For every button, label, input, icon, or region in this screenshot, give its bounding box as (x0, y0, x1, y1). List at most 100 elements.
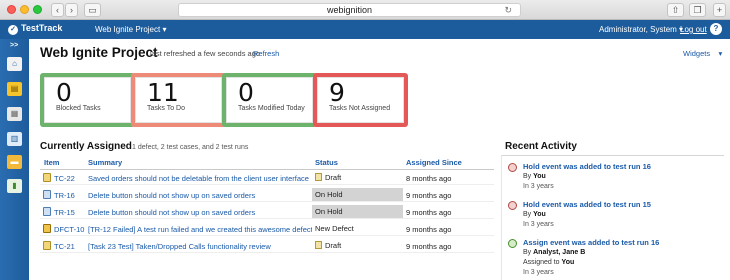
home-icon[interactable]: ⌂ (7, 57, 22, 71)
column-status[interactable]: Status (315, 158, 338, 167)
sidebar-icon[interactable]: ▭ (84, 3, 101, 17)
tile-label: Blocked Tasks (56, 105, 101, 112)
activity-time: In 3 years (523, 221, 554, 228)
activity-actor: You (533, 173, 546, 180)
logout-link[interactable]: Log out (680, 25, 707, 34)
activity-headline[interactable]: Assign event was added to test run 16 (523, 238, 659, 247)
activity-actor: You (533, 211, 546, 218)
column-assigned-since[interactable]: Assigned Since (406, 158, 462, 167)
app-name: TestTrack (21, 23, 63, 33)
tile-label: Tasks Modified Today (238, 105, 305, 112)
calendar-icon[interactable]: ▥ (7, 132, 22, 146)
tasks-icon[interactable]: ▤ (7, 82, 22, 96)
table-row[interactable]: TC-22 Saved orders should not be deletab… (40, 170, 494, 185)
test-case-icon (43, 241, 51, 250)
item-assigned-since: 9 months ago (406, 191, 452, 200)
page-title: Web Ignite Project (40, 45, 158, 60)
item-assigned-since: 8 months ago (406, 174, 452, 183)
test-run-icon (43, 190, 51, 199)
item-id[interactable]: TC-22 (54, 174, 75, 183)
activity-headline[interactable]: Hold event was added to test run 16 (523, 162, 651, 171)
item-summary[interactable]: Delete button should not show up on save… (88, 208, 312, 217)
user-menu[interactable]: Administrator, System ▾ (599, 25, 683, 34)
item-summary[interactable]: [TR-12 Failed] A test run failed and we … (88, 225, 312, 234)
collapse-nav-button[interactable]: >> (10, 42, 18, 49)
item-assigned-since: 9 months ago (406, 208, 452, 217)
item-assigned-since: 9 months ago (406, 242, 452, 251)
user-name: Administrator, System (599, 25, 677, 34)
item-id[interactable]: TR-15 (54, 208, 75, 217)
assigned-to-label: Assigned to (523, 259, 560, 266)
item-summary[interactable]: Saved orders should not be deletable fro… (88, 174, 312, 183)
by-label: By (523, 249, 532, 256)
project-selector[interactable]: Web Ignite Project ▾ (95, 25, 166, 34)
forward-icon[interactable]: › (65, 3, 78, 17)
tile-value: 9 (329, 78, 345, 107)
test-run-icon (43, 207, 51, 216)
item-id[interactable]: DFCT-10 (54, 225, 84, 234)
tile-tasks-to-do[interactable]: 11 Tasks To Do (131, 73, 226, 127)
status-text: Draft (325, 241, 342, 250)
item-id[interactable]: TC-21 (54, 242, 75, 251)
reload-icon[interactable]: ↻ (504, 4, 512, 16)
tabs-icon[interactable]: ❐ (689, 3, 706, 17)
new-tab-icon[interactable]: + (713, 3, 726, 17)
app-logo[interactable]: ✓ TestTrack (8, 23, 62, 35)
tile-label: Tasks To Do (147, 105, 185, 112)
documents-icon[interactable]: ▦ (7, 107, 22, 121)
activity-time: In 3 years (523, 269, 554, 276)
widgets-menu[interactable]: Widgets ▾ (683, 49, 722, 58)
widgets-label: Widgets (683, 49, 711, 58)
currently-assigned-summary: 1 defect, 2 test cases, and 2 test runs (132, 144, 249, 151)
defect-icon (43, 224, 51, 233)
tile-tasks-modified-today[interactable]: 0 Tasks Modified Today (222, 73, 317, 127)
reports-icon[interactable]: ▮ (7, 179, 22, 193)
item-status: New Defect (315, 224, 354, 233)
table-row[interactable]: TR-15 Delete button should not show up o… (40, 204, 494, 219)
close-window-button[interactable] (7, 5, 16, 14)
item-summary[interactable]: Delete button should not show up on save… (88, 191, 312, 200)
draft-icon (315, 241, 322, 249)
item-assigned-since: 9 months ago (406, 225, 452, 234)
table-row[interactable]: TC-21 [Task 23 Test] Taken/Dropped Calls… (40, 238, 494, 253)
item-summary[interactable]: [Task 23 Test] Taken/Dropped Calls funct… (88, 242, 312, 251)
test-case-icon (43, 173, 51, 182)
item-status: On Hold (312, 205, 403, 218)
status-text: Draft (325, 173, 342, 182)
recent-activity-title: Recent Activity (505, 141, 577, 152)
by-label: By (523, 211, 532, 218)
address-bar[interactable]: webignition ↻ (178, 3, 521, 17)
table-row[interactable]: DFCT-10 [TR-12 Failed] A test run failed… (40, 221, 494, 236)
activity-by: By Analyst, Jane B (523, 249, 585, 256)
draft-icon (315, 173, 322, 181)
minimize-window-button[interactable] (20, 5, 29, 14)
activity-assignee: You (561, 259, 575, 266)
tile-value: 0 (238, 78, 254, 107)
column-summary[interactable]: Summary (88, 158, 122, 167)
chevron-down-icon: ▾ (718, 49, 723, 58)
hold-event-icon (508, 201, 517, 210)
table-header: Item Summary Status Assigned Since (40, 155, 494, 170)
tile-blocked-tasks[interactable]: 0 Blocked Tasks (40, 73, 135, 127)
item-status: Draft (312, 239, 403, 252)
url-text: webignition (326, 5, 373, 15)
help-icon[interactable]: ? (710, 23, 722, 35)
back-icon[interactable]: ‹ (51, 3, 64, 17)
item-id[interactable]: TR-16 (54, 191, 75, 200)
hold-event-icon (508, 163, 517, 172)
table-row[interactable]: TR-16 Delete button should not show up o… (40, 187, 494, 202)
share-icon[interactable]: ⇧ (667, 3, 684, 17)
refresh-status: last refreshed a few seconds ago (150, 49, 261, 58)
column-item[interactable]: Item (44, 158, 59, 167)
testtrack-logo-icon: ✓ (8, 25, 18, 35)
zoom-window-button[interactable] (33, 5, 42, 14)
tile-value: 11 (147, 78, 179, 107)
activity-headline[interactable]: Hold event was added to test run 15 (523, 200, 651, 209)
folder-icon[interactable]: ▬ (7, 155, 22, 169)
currently-assigned-title: Currently Assigned (40, 141, 132, 152)
refresh-link[interactable]: Refresh (253, 49, 279, 58)
project-name: Web Ignite Project (95, 25, 161, 34)
activity-time: In 3 years (523, 183, 554, 190)
tile-tasks-not-assigned[interactable]: 9 Tasks Not Assigned (313, 73, 408, 127)
chevron-down-icon: ▾ (162, 25, 167, 34)
